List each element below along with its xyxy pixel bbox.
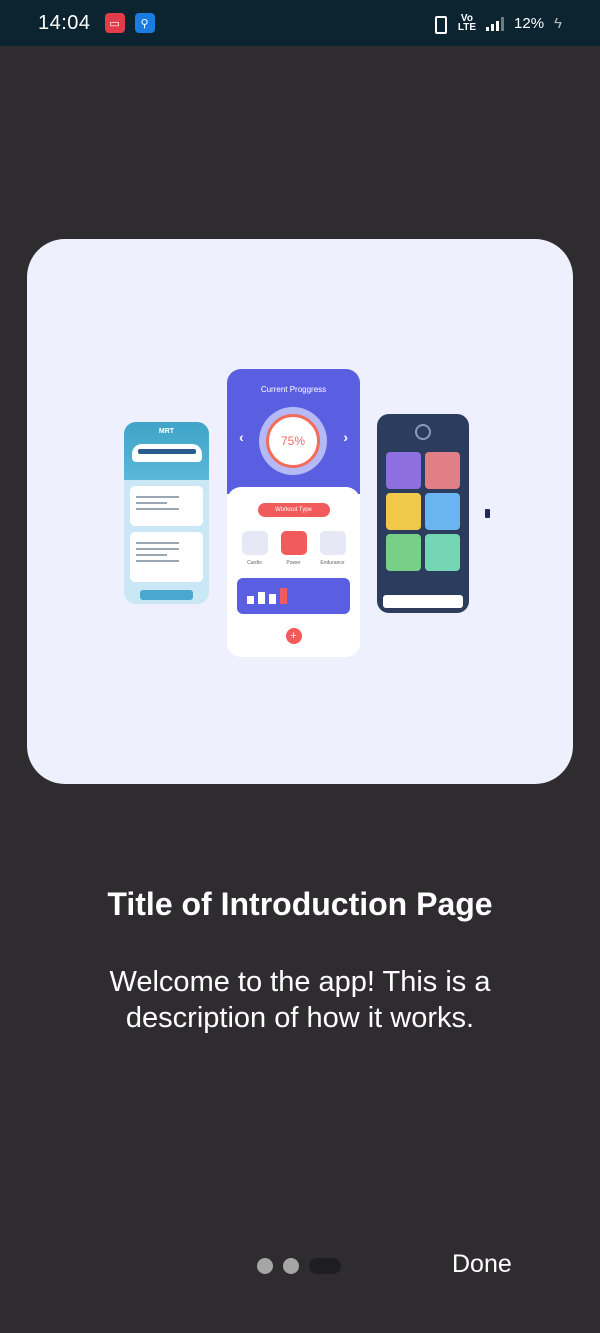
screen-record-icon: ▭ bbox=[104, 13, 125, 33]
status-right-group: Vo LTE 12% ϟ bbox=[430, 13, 562, 34]
tile-grid bbox=[386, 452, 460, 571]
page-dot[interactable] bbox=[257, 1258, 273, 1274]
tile bbox=[386, 493, 421, 530]
page-dot-active[interactable] bbox=[309, 1258, 341, 1274]
volte-icon: Vo LTE bbox=[457, 13, 477, 33]
page-indicator[interactable] bbox=[257, 1258, 341, 1274]
tile bbox=[425, 452, 460, 489]
chevron-left-icon: ‹ bbox=[239, 429, 244, 445]
status-bar: 14:04 ▭ ⚲ Vo LTE 12% ϟ bbox=[0, 0, 600, 46]
progress-header: Current Proggress bbox=[260, 385, 327, 394]
vibrate-icon bbox=[430, 14, 448, 34]
status-time: 14:04 bbox=[38, 11, 91, 34]
done-button[interactable]: Done bbox=[452, 1250, 512, 1279]
battery-percent: 12% bbox=[514, 14, 545, 32]
app-logo-icon bbox=[415, 424, 431, 440]
chevron-right-icon: › bbox=[343, 429, 348, 445]
mockup-nav-bar bbox=[383, 595, 463, 608]
train-icon bbox=[132, 444, 202, 462]
signal-icon bbox=[486, 15, 505, 31]
battery-charging-icon: ϟ bbox=[554, 14, 562, 32]
page-dot[interactable] bbox=[283, 1258, 299, 1274]
progress-ring: 75% bbox=[259, 407, 327, 475]
tile bbox=[425, 534, 460, 571]
page-title: Title of Introduction Page bbox=[107, 886, 493, 922]
train-app-label: MRT bbox=[158, 428, 175, 435]
dashboard-app-mockup bbox=[377, 414, 469, 613]
heart-icon bbox=[241, 531, 268, 555]
progress-value: 75% bbox=[266, 414, 320, 468]
tile bbox=[386, 534, 421, 571]
train-app-mockup: MRT bbox=[124, 422, 209, 604]
decorative-mark bbox=[485, 509, 490, 518]
page-description: Welcome to the app! This is a descriptio… bbox=[109, 966, 491, 1034]
fitness-app-mockup: Current Proggress ‹ 75% › Workout Type C… bbox=[227, 369, 360, 657]
runner-icon bbox=[319, 531, 346, 555]
weekly-bars bbox=[237, 578, 350, 614]
tile bbox=[425, 493, 460, 530]
usb-icon: ⚲ bbox=[134, 13, 155, 33]
dumbbell-icon bbox=[280, 531, 307, 555]
intro-illustration: MRT Current Proggress ‹ 75% › Workout Ty… bbox=[27, 239, 573, 784]
tile bbox=[386, 452, 421, 489]
add-icon: + bbox=[285, 628, 302, 644]
workout-type-pill: Workout Type bbox=[257, 503, 330, 517]
